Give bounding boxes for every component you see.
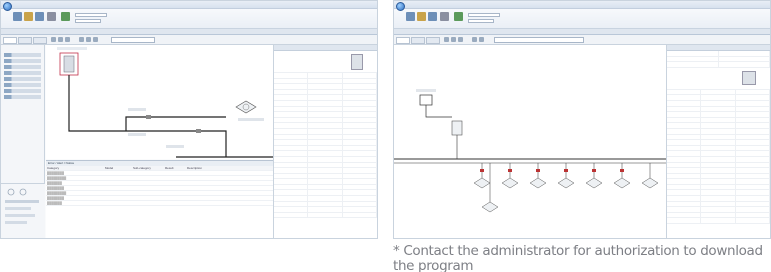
properties-panel <box>273 45 377 238</box>
model-preview <box>274 51 377 73</box>
ribbon-group-bar <box>394 28 770 34</box>
select-icon[interactable] <box>65 37 70 42</box>
error-panel: Error / Alert / Notice Category Model Su… <box>46 160 275 238</box>
pan-icon[interactable] <box>451 37 456 42</box>
tree-item[interactable] <box>4 53 41 57</box>
copy-icon[interactable] <box>79 37 84 42</box>
save-icon[interactable] <box>35 12 44 21</box>
property-row[interactable] <box>667 218 770 225</box>
tab-view[interactable] <box>411 37 425 44</box>
software-screenshot-right <box>393 0 771 239</box>
application-menu-button[interactable] <box>396 2 405 11</box>
tab-design[interactable] <box>3 37 17 44</box>
column-header-category: Category <box>47 166 60 170</box>
ribbon-group-bar <box>1 28 377 34</box>
ribbon-toolbar <box>394 9 770 35</box>
column-header-sub-category: Sub-category <box>133 166 151 170</box>
tab-report[interactable] <box>33 37 47 44</box>
ribbon-combo-2[interactable] <box>75 19 101 23</box>
tab-report[interactable] <box>426 37 440 44</box>
window-titlebar <box>394 1 770 9</box>
piping-diagram <box>394 89 668 213</box>
zoom-icon[interactable] <box>444 37 449 42</box>
navigation-icons <box>5 188 39 224</box>
delete-icon[interactable] <box>93 37 98 42</box>
tool-icon[interactable] <box>47 12 56 21</box>
application-menu-button[interactable] <box>3 2 12 11</box>
project-tree-panel <box>1 45 45 183</box>
software-screenshot-left: Error / Alert / Notice Category Model Su… <box>0 0 378 239</box>
tree-item[interactable] <box>4 59 41 63</box>
ribbon-toolbar <box>1 9 377 35</box>
model-preview <box>667 68 770 90</box>
ribbon-combo-2[interactable] <box>468 19 494 23</box>
document-toolbar <box>394 35 770 45</box>
tree-item[interactable] <box>4 77 41 81</box>
open-icon[interactable] <box>24 12 33 21</box>
authorization-footnote: * Contact the administrator for authoriz… <box>393 244 763 272</box>
piping-diagram <box>57 47 275 158</box>
save-icon[interactable] <box>428 12 437 21</box>
column-header-result: Result <box>165 166 174 170</box>
paste-icon[interactable] <box>86 37 91 42</box>
ribbon-combo[interactable] <box>468 13 500 17</box>
tree-item[interactable] <box>4 65 41 69</box>
unit-image <box>351 54 363 70</box>
window-titlebar <box>1 1 377 9</box>
piping-diagram-canvas[interactable] <box>394 45 668 238</box>
tree-item[interactable] <box>4 89 41 93</box>
tab-view[interactable] <box>18 37 32 44</box>
pan-icon[interactable] <box>58 37 63 42</box>
toolbar-combo[interactable] <box>494 37 584 43</box>
table-row[interactable]: ███████ <box>46 201 275 206</box>
ribbon-combo[interactable] <box>75 13 107 17</box>
check-icon[interactable] <box>61 12 70 21</box>
column-header-model: Model <box>105 166 114 170</box>
navigation-panel <box>1 183 45 238</box>
property-row[interactable] <box>274 212 377 219</box>
check-icon[interactable] <box>454 12 463 21</box>
new-icon[interactable] <box>406 12 415 21</box>
tab-design[interactable] <box>396 37 410 44</box>
toolbar-combo[interactable] <box>111 37 155 43</box>
copy-icon[interactable] <box>472 37 477 42</box>
tree-item[interactable] <box>4 95 41 99</box>
select-icon[interactable] <box>458 37 463 42</box>
unit-image <box>742 70 756 85</box>
tree-item[interactable] <box>4 83 41 87</box>
tool-icon[interactable] <box>440 12 449 21</box>
document-toolbar <box>1 35 377 45</box>
piping-diagram-canvas[interactable] <box>46 45 275 159</box>
zoom-icon[interactable] <box>51 37 56 42</box>
new-icon[interactable] <box>13 12 22 21</box>
tree-item[interactable] <box>4 71 41 75</box>
open-icon[interactable] <box>417 12 426 21</box>
properties-panel <box>666 45 770 238</box>
paste-icon[interactable] <box>479 37 484 42</box>
column-header-description: Description <box>187 166 203 170</box>
